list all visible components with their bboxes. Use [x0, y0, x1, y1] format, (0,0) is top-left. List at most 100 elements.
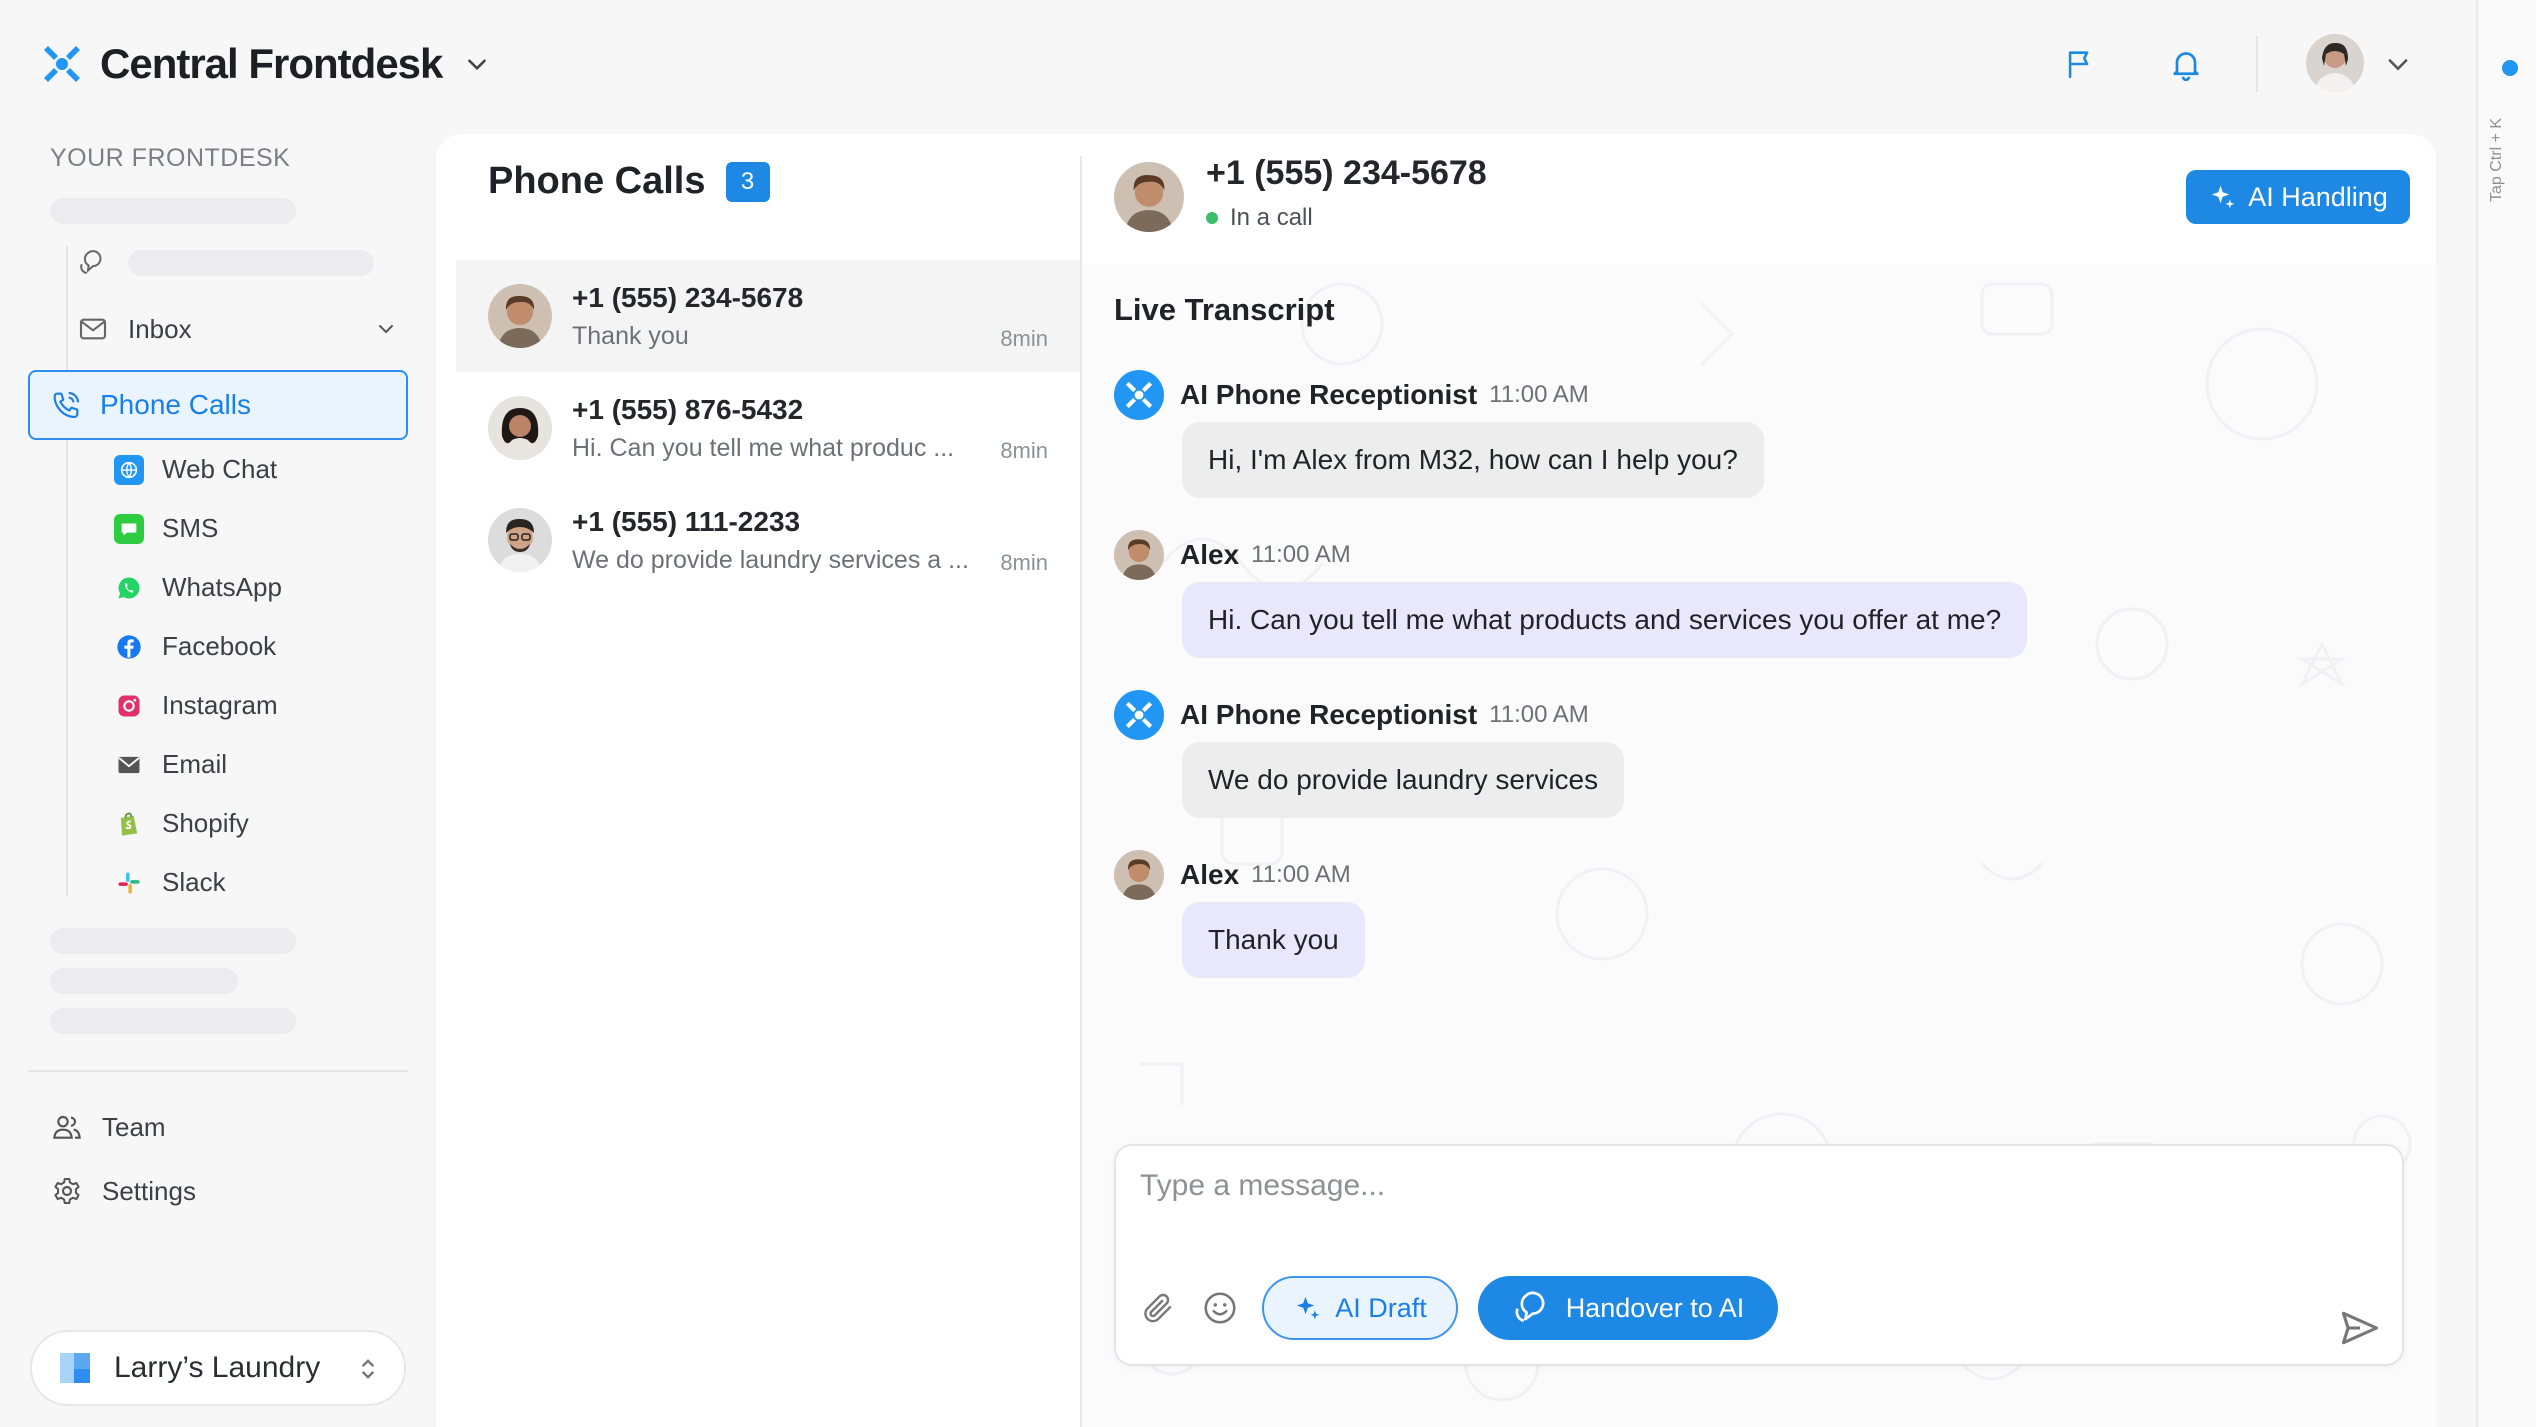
web-chat-icon — [114, 454, 144, 485]
top-bar: Central Frontdesk — [0, 0, 2476, 134]
attach-button[interactable] — [1136, 1286, 1180, 1330]
user-avatar[interactable] — [2306, 34, 2364, 92]
call-number: +1 (555) 111-2233 — [572, 506, 801, 537]
avatar — [1114, 530, 1164, 580]
call-preview: Hi. Can you tell me what produc ... — [572, 434, 955, 462]
workspace-switcher[interactable]: Larry’s Laundry — [30, 1330, 406, 1406]
sidebar-item-settings[interactable]: Settings — [50, 1174, 196, 1208]
sender-name: AI Phone Receptionist — [1180, 699, 1478, 730]
message-header: AI Phone Receptionist 11:00 AM — [1114, 370, 1589, 420]
sidebar-item-instagram[interactable]: Instagram — [114, 690, 278, 721]
sidebar-item-phone-calls[interactable]: Phone Calls — [28, 370, 408, 440]
sidebar-item-label: Email — [162, 749, 228, 779]
paperclip-icon — [1144, 1293, 1172, 1323]
message-time: 11:00 AM — [1489, 701, 1589, 728]
shortcut-hint: Tap Ctrl + K — [2488, 117, 2505, 203]
sidebar: YOUR FRONTDESK Inbox Phone Calls Web Cha… — [0, 134, 436, 1427]
sidebar-item-placeholder[interactable] — [76, 246, 374, 280]
notifications-button[interactable] — [2158, 36, 2214, 92]
message-bubble: Hi. Can you tell me what products and se… — [1182, 582, 2028, 658]
message-composer: AI Draft Handover to AI — [1114, 1144, 2404, 1366]
sidebar-item-label: WhatsApp — [162, 572, 282, 602]
sidebar-item-whatsapp[interactable]: WhatsApp — [114, 572, 282, 603]
sidebar-item-label: Settings — [102, 1175, 196, 1206]
call-number: +1 (555) 876-5432 — [572, 394, 804, 425]
sparkle-icon — [2211, 185, 2235, 209]
brand-switcher[interactable]: Central Frontdesk — [40, 40, 490, 88]
online-dot — [1206, 212, 1218, 224]
status-text: In a call — [1230, 204, 1313, 231]
chevron-down-icon — [468, 59, 487, 71]
call-row[interactable]: +1 (555) 876-5432 Hi. Can you tell me wh… — [456, 372, 1080, 484]
avatar — [1114, 162, 1184, 232]
handover-to-ai-button[interactable]: Handover to AI — [1478, 1276, 1778, 1340]
call-number: +1 (555) 234-5678 — [572, 282, 804, 313]
avatar — [1114, 850, 1164, 900]
avatar — [488, 508, 552, 572]
sidebar-item-web-chat[interactable]: Web Chat — [114, 454, 277, 485]
emoji-button[interactable] — [1198, 1286, 1242, 1330]
sidebar-item-label: Instagram — [162, 690, 278, 720]
send-icon[interactable] — [2338, 1306, 2382, 1350]
call-preview: We do provide laundry services a ... — [572, 546, 969, 574]
tree-line — [66, 246, 68, 896]
count-badge: 3 — [725, 161, 770, 202]
ai-avatar — [1114, 370, 1164, 420]
calls-title: Phone Calls 3 — [488, 160, 770, 203]
instagram-icon — [114, 691, 144, 721]
section-label: YOUR FRONTDESK — [50, 144, 291, 172]
sidebar-item-inbox[interactable]: Inbox — [76, 312, 398, 346]
workspace-logo-icon — [60, 1353, 90, 1383]
sidebar-divider — [28, 1070, 408, 1072]
ai-handling-button[interactable]: AI Handling — [2186, 170, 2410, 224]
phone-icon — [53, 391, 80, 419]
sidebar-item-email[interactable]: Email — [114, 749, 227, 780]
chevron-up-down-icon — [362, 1359, 374, 1379]
facebook-icon — [114, 632, 144, 662]
chat-bubbles-icon — [1515, 1291, 1545, 1322]
skeleton-placeholder — [50, 198, 296, 224]
skeleton-placeholder — [128, 250, 374, 276]
sidebar-item-team[interactable]: Team — [50, 1110, 166, 1144]
sidebar-item-slack[interactable]: Slack — [114, 867, 226, 898]
message-bubble: We do provide laundry services — [1182, 742, 1625, 818]
conversation-header: +1 (555) 234-5678 In a call AI Handling — [1082, 134, 2436, 264]
call-row[interactable]: +1 (555) 111-2233 We do provide laundry … — [456, 484, 1080, 596]
workspace-name: Larry’s Laundry — [114, 1351, 321, 1384]
transcript-title: Live Transcript — [1114, 292, 1335, 327]
right-rail: Tap Ctrl + K — [2476, 0, 2536, 1427]
sidebar-item-facebook[interactable]: Facebook — [114, 631, 276, 662]
status-dot[interactable] — [2502, 60, 2518, 76]
call-row[interactable]: +1 (555) 234-5678 Thank you 8min — [456, 260, 1080, 372]
whatsapp-icon — [114, 573, 144, 603]
flag-icon — [2068, 51, 2089, 79]
message-input[interactable] — [1140, 1166, 2340, 1206]
sidebar-item-label: Slack — [162, 867, 226, 897]
brand-logo-icon — [1125, 701, 1153, 729]
ai-handling-label: AI Handling — [2248, 181, 2388, 212]
message-time: 11:00 AM — [1489, 381, 1589, 408]
chat-bubble-icon — [80, 250, 102, 274]
contact-number: +1 (555) 234-5678 — [1206, 154, 1487, 192]
call-status: In a call — [1206, 204, 1313, 232]
calls-list-pane: Phone Calls 3 +1 (555) 234-5678 Thank yo… — [436, 134, 1081, 1427]
chevron-down-icon[interactable] — [2384, 50, 2412, 78]
flag-button[interactable] — [2052, 36, 2108, 92]
chevron-down-icon[interactable] — [374, 317, 398, 341]
main-card: Phone Calls 3 +1 (555) 234-5678 Thank yo… — [436, 134, 2436, 1427]
brand-logo-icon — [1125, 381, 1153, 409]
sidebar-item-shopify[interactable]: Shopify — [114, 808, 249, 839]
sender-name: Alex — [1180, 859, 1240, 890]
app-name: Central Frontdesk — [100, 40, 443, 87]
message-time: 11:00 AM — [1251, 541, 1351, 568]
call-time: 8min — [1000, 550, 1048, 575]
ai-avatar — [1114, 690, 1164, 740]
email-icon — [114, 750, 144, 780]
sidebar-item-label: Inbox — [128, 313, 192, 344]
ai-draft-button[interactable]: AI Draft — [1262, 1276, 1458, 1340]
team-icon — [53, 1115, 81, 1139]
sidebar-item-sms[interactable]: SMS — [114, 513, 218, 544]
call-time: 8min — [1000, 438, 1048, 463]
skeleton-placeholder — [50, 928, 296, 954]
sender-name: AI Phone Receptionist — [1180, 379, 1478, 410]
